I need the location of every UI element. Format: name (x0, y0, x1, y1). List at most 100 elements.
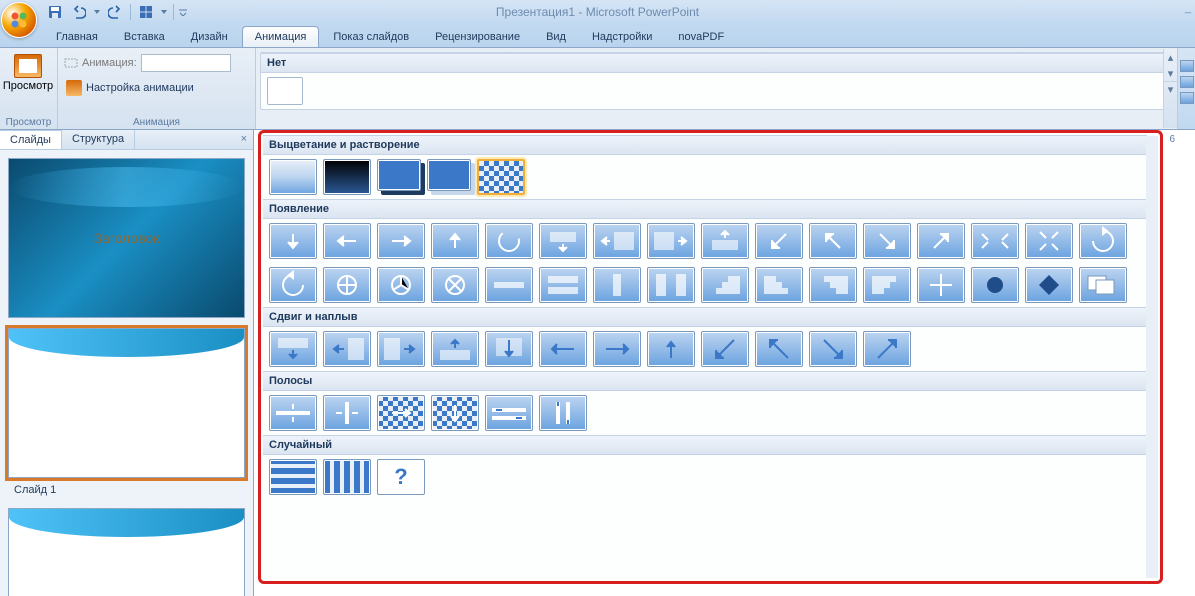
transition-cut[interactable] (377, 159, 421, 191)
slide-thumb-3[interactable] (8, 508, 245, 596)
tab-addins[interactable]: Надстройки (580, 27, 664, 47)
transition-circle[interactable] (971, 267, 1019, 303)
transition-split-h-out[interactable] (539, 267, 587, 303)
tab-slides[interactable]: Слайды (0, 130, 62, 149)
transition-cover-up[interactable] (647, 331, 695, 367)
transition-comb-h[interactable] (485, 395, 533, 431)
transition-stairs-down-left[interactable] (701, 267, 749, 303)
gallery-section-random: Случайный (263, 435, 1147, 455)
transition-checker-down[interactable] (431, 395, 479, 431)
minimize-button[interactable]: _ (1185, 2, 1191, 14)
qat-customize-dropdown[interactable] (178, 2, 188, 22)
slide-thumb-2[interactable] (8, 328, 245, 478)
transition-diamond[interactable] (1025, 267, 1073, 303)
redo-button[interactable] (104, 2, 126, 22)
side-tool-1[interactable] (1180, 60, 1194, 72)
qat-separator (173, 4, 174, 20)
transition-uncover-left-up[interactable] (809, 223, 857, 259)
transition-cover-right-down[interactable] (809, 331, 857, 367)
transition-random-bars-v[interactable] (323, 459, 371, 495)
transition-blinds-h[interactable] (269, 395, 317, 431)
redo-icon (108, 5, 122, 19)
transition-box-in[interactable] (971, 223, 1019, 259)
animation-combo[interactable] (141, 54, 231, 72)
transition-split-v-in[interactable] (593, 267, 641, 303)
transition-random[interactable]: ? (377, 459, 425, 495)
transition-push-up[interactable] (431, 331, 479, 367)
dropdown-scrollbar[interactable] (1146, 136, 1158, 578)
transition-uncover-up[interactable] (701, 223, 749, 259)
transition-uncover-right-up[interactable] (917, 223, 965, 259)
gallery-scroll-down[interactable]: ▾ (1164, 65, 1177, 81)
slide-thumb-1-wrap[interactable]: Заголовок (8, 158, 245, 318)
transition-wheel-3[interactable] (377, 267, 425, 303)
tab-outline[interactable]: Структура (62, 130, 135, 149)
tab-review[interactable]: Рецензирование (423, 27, 532, 47)
undo-button[interactable] (68, 2, 90, 22)
transition-checker-across[interactable] (377, 395, 425, 431)
transition-push-right[interactable] (377, 331, 425, 367)
undo-dropdown[interactable] (92, 2, 102, 22)
save-button[interactable] (44, 2, 66, 22)
preview-button[interactable]: Просмотр (6, 50, 50, 92)
tab-view[interactable]: Вид (534, 27, 578, 47)
transition-dissolve[interactable] (477, 159, 525, 195)
slide-thumb-1[interactable]: Заголовок (8, 158, 245, 318)
slide-thumb-2-wrap[interactable]: Слайд 1 (8, 328, 245, 498)
transition-cover-down[interactable] (485, 331, 533, 367)
transition-wipe-down[interactable] (269, 223, 317, 259)
transition-wheel-4[interactable] (431, 267, 479, 303)
transition-wheel-1[interactable] (485, 223, 533, 259)
office-button[interactable] (1, 2, 37, 38)
transition-wipe-right[interactable] (377, 223, 425, 259)
transition-wipe-up[interactable] (431, 223, 479, 259)
transition-uncover-right-down[interactable] (863, 223, 911, 259)
transition-cover-right-up[interactable] (863, 331, 911, 367)
side-tool-3[interactable] (1180, 92, 1194, 104)
transition-split-h-in[interactable] (485, 267, 533, 303)
transition-fade-smooth[interactable] (269, 159, 317, 195)
transition-wheel-ccw[interactable] (269, 267, 317, 303)
transition-cover-left-up[interactable] (755, 331, 803, 367)
transition-fade-black[interactable] (323, 159, 371, 195)
tab-novapdf[interactable]: novaPDF (666, 27, 736, 47)
transition-plus-in[interactable] (917, 267, 965, 303)
transition-newsflash[interactable] (1079, 267, 1127, 303)
transition-uncover-left[interactable] (593, 223, 641, 259)
transition-cover-right[interactable] (593, 331, 641, 367)
transition-split-v-out[interactable] (647, 267, 695, 303)
tab-animation[interactable]: Анимация (242, 26, 320, 47)
transition-stairs-up-left[interactable] (809, 267, 857, 303)
transition-cover-left[interactable] (539, 331, 587, 367)
transition-stairs-up-right[interactable] (863, 267, 911, 303)
transition-wheel-cw[interactable] (1079, 223, 1127, 259)
tab-home[interactable]: Главная (44, 27, 110, 47)
tab-slideshow[interactable]: Показ слайдов (321, 27, 421, 47)
tab-insert[interactable]: Вставка (112, 27, 177, 47)
side-tool-2[interactable] (1180, 76, 1194, 88)
animation-settings-button[interactable]: Настройка анимации (64, 78, 249, 98)
transition-stairs-down-right[interactable] (755, 267, 803, 303)
texture-button[interactable] (135, 2, 157, 22)
texture-icon (139, 5, 153, 19)
gallery-scroll-up[interactable]: ▴ (1164, 49, 1177, 65)
transition-random-bars-h[interactable] (269, 459, 317, 495)
transition-push-down[interactable] (269, 331, 317, 367)
texture-dropdown[interactable] (159, 2, 169, 22)
transition-cut-black[interactable] (427, 159, 471, 191)
transition-wipe-left[interactable] (323, 223, 371, 259)
gallery-expand[interactable]: ▾ (1164, 81, 1177, 97)
transition-none[interactable] (267, 77, 303, 105)
transition-uncover-down[interactable] (539, 223, 587, 259)
transition-blinds-v[interactable] (323, 395, 371, 431)
tab-design[interactable]: Дизайн (179, 27, 240, 47)
transition-comb-v[interactable] (539, 395, 587, 431)
transition-push-left[interactable] (323, 331, 371, 367)
transition-wheel-2[interactable] (323, 267, 371, 303)
slide-thumb-3-wrap[interactable]: Слайд 2 (8, 508, 245, 596)
transition-cover-left-down[interactable] (701, 331, 749, 367)
transition-box-out[interactable] (1025, 223, 1073, 259)
transition-uncover-right[interactable] (647, 223, 695, 259)
transition-uncover-left-down[interactable] (755, 223, 803, 259)
slide-panel-close[interactable]: × (235, 130, 253, 149)
